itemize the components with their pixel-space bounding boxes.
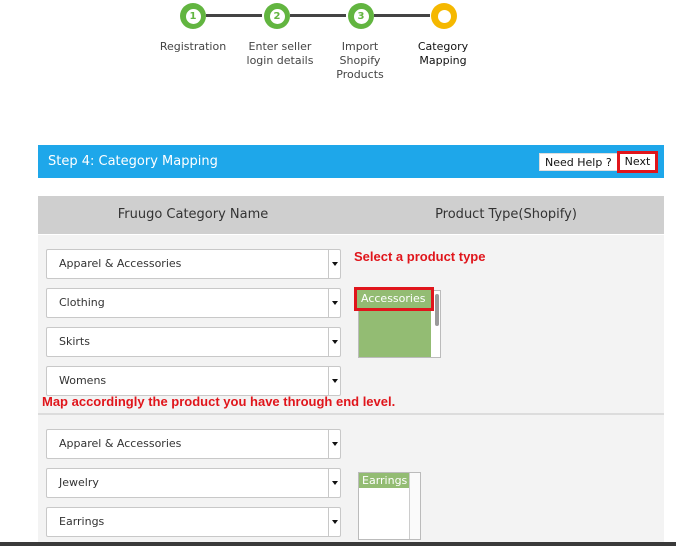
category-select-level-2[interactable]: Jewelry: [46, 468, 341, 498]
step-3-number: 3: [353, 8, 369, 24]
step-2-number: 2: [269, 8, 285, 24]
dropdown-arrow-icon: [328, 469, 340, 497]
listbox-scrollbar[interactable]: [409, 473, 420, 539]
step-connector: [374, 14, 430, 17]
product-type-option[interactable]: Earrings: [359, 473, 409, 488]
category-select-level-2[interactable]: Clothing: [46, 288, 341, 318]
select-value: Apparel & Accessories: [59, 257, 182, 270]
dropdown-arrow-icon: [328, 367, 340, 395]
product-type-listbox[interactable]: Earrings: [358, 472, 421, 540]
need-help-button[interactable]: Need Help ?: [539, 153, 618, 171]
dropdown-arrow-icon: [328, 289, 340, 317]
mapping-row: Apparel & Accessories Jewelry Earrings E…: [38, 415, 664, 546]
step-3-label: Import Shopify Products: [336, 40, 384, 81]
dropdown-arrow-icon: [328, 430, 340, 458]
product-type-listbox[interactable]: Accessories: [354, 287, 441, 358]
step-header-bar: Step 4: Category Mapping Need Help ? Nex…: [38, 145, 664, 178]
page-title: Step 4: Category Mapping: [48, 154, 218, 169]
column-header-product-type: Product Type(Shopify): [435, 207, 577, 222]
listbox-scrollbar[interactable]: [435, 294, 439, 326]
step-1-number: 1: [185, 8, 201, 24]
select-value: Earrings: [59, 515, 105, 528]
dropdown-arrow-icon: [328, 508, 340, 536]
column-header-fruugo-category: Fruugo Category Name: [117, 207, 269, 222]
step-connector: [206, 14, 262, 17]
step-2-circle: 2: [264, 3, 290, 29]
step-1-label: Registration: [159, 40, 227, 53]
select-value: Clothing: [59, 296, 105, 309]
category-select-level-1[interactable]: Apparel & Accessories: [46, 429, 341, 459]
select-value: Womens: [59, 374, 107, 387]
select-value: Jewelry: [59, 476, 99, 489]
step-4-number: [437, 9, 451, 23]
category-select-level-3[interactable]: Earrings: [46, 507, 341, 537]
category-select-level-1[interactable]: Apparel & Accessories: [46, 249, 341, 279]
step-3-circle: 3: [348, 3, 374, 29]
select-value: Skirts: [59, 335, 90, 348]
product-type-option[interactable]: Accessories: [354, 287, 434, 311]
bottom-edge-bar: [0, 542, 676, 546]
category-select-level-4[interactable]: Womens: [46, 366, 341, 396]
step-1-circle: 1: [180, 3, 206, 29]
step-connector: [290, 14, 346, 17]
mapping-table-header: Fruugo Category Name Product Type(Shopif…: [38, 196, 664, 234]
select-value: Apparel & Accessories: [59, 437, 182, 450]
map-end-level-hint: Map accordingly the product you have thr…: [42, 394, 396, 409]
category-select-level-3[interactable]: Skirts: [46, 327, 341, 357]
dropdown-arrow-icon: [328, 250, 340, 278]
dropdown-arrow-icon: [328, 328, 340, 356]
next-button[interactable]: Next: [617, 151, 658, 173]
mapping-row: Apparel & Accessories Clothing Skirts Wo…: [38, 235, 664, 413]
progress-stepper: 1 2 3 Registration Enter seller login de…: [0, 0, 676, 100]
select-product-type-hint: Select a product type: [354, 249, 486, 264]
step-4-label: Category Mapping: [417, 40, 469, 67]
step-2-label: Enter seller login details: [246, 40, 314, 67]
step-4-circle: [431, 3, 457, 29]
